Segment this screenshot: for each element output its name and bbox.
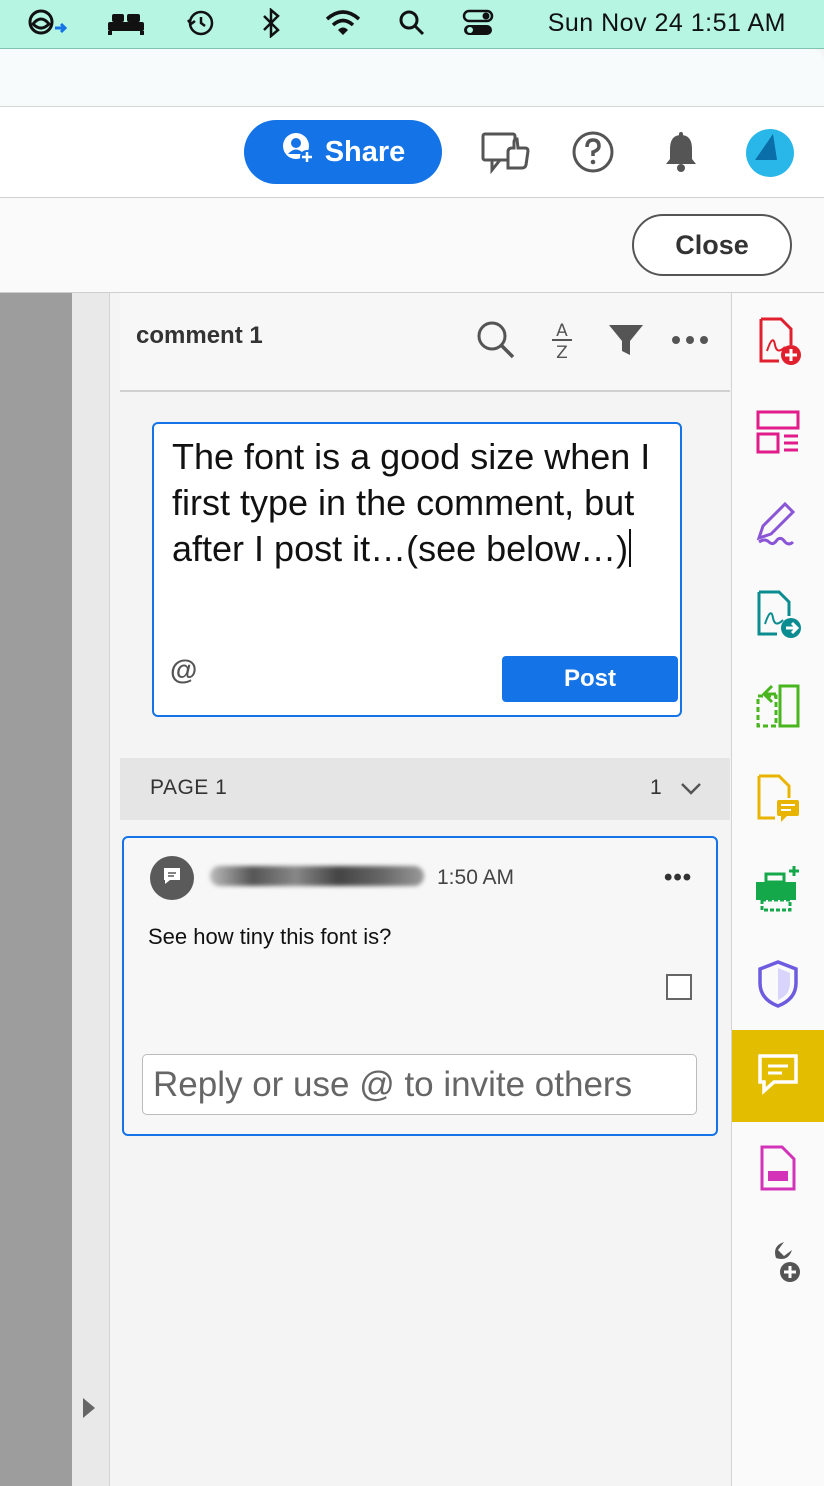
comment-body: See how tiny this font is? (148, 924, 392, 949)
profile-avatar[interactable] (745, 128, 795, 183)
filter-icon[interactable] (604, 318, 648, 362)
document-canvas[interactable] (0, 293, 72, 1486)
comment-icon (755, 1051, 801, 1102)
page-group-label: PAGE 1 (150, 776, 228, 799)
mention-button[interactable]: @ (170, 654, 197, 686)
control-center-icon[interactable] (460, 8, 496, 38)
more-tools-icon[interactable] (732, 1214, 824, 1306)
menu-bar-clock[interactable]: Sun Nov 24 1:51 AM (548, 9, 786, 38)
expand-left-panel-icon[interactable] (83, 1398, 95, 1418)
help-icon[interactable] (570, 129, 616, 180)
text-caret (629, 529, 632, 567)
redact-icon[interactable] (732, 1122, 824, 1214)
search-icon[interactable] (474, 318, 518, 362)
comment-composer-text[interactable]: The font is a good size when I first typ… (172, 434, 672, 572)
comment-more-button[interactable]: ••• (664, 864, 692, 892)
menu-bar: Sun Nov 24 1:51 AM (0, 0, 824, 49)
page-comment-count: 1 (650, 776, 662, 799)
bed-icon[interactable] (104, 8, 148, 38)
comment-author-redacted (210, 866, 424, 886)
creative-cloud-icon[interactable] (24, 8, 72, 38)
create-pdf-icon[interactable] (732, 295, 824, 387)
chevron-down-icon[interactable] (680, 780, 702, 801)
review-icon[interactable] (480, 128, 530, 181)
comment-timestamp: 1:50 AM (437, 866, 515, 889)
comment-bubble-icon (161, 865, 183, 892)
comment-tool-active[interactable] (732, 1030, 824, 1122)
tab-strip (0, 49, 824, 107)
share-button[interactable]: Share (244, 120, 442, 184)
left-panel-strip (72, 293, 110, 1486)
comment-checkbox[interactable] (666, 974, 692, 1000)
svg-text:A: A (556, 321, 568, 341)
share-label: Share (324, 135, 406, 168)
organize-pages-icon[interactable] (732, 386, 824, 478)
request-signatures-icon[interactable] (732, 752, 824, 844)
time-machine-icon[interactable] (184, 8, 218, 38)
protect-icon[interactable] (732, 938, 824, 1030)
svg-text:Z: Z (556, 343, 568, 361)
reply-input[interactable] (142, 1054, 697, 1115)
panel-title: comment 1 (136, 322, 263, 349)
export-pdf-icon[interactable] (732, 568, 824, 660)
post-button[interactable]: Post (502, 656, 678, 702)
sort-az-icon[interactable]: AZ (540, 318, 584, 362)
comment-avatar (150, 856, 194, 900)
bluetooth-icon[interactable] (258, 8, 284, 38)
composer-text-content: The font is a good size when I first typ… (172, 436, 651, 569)
scan-ocr-icon[interactable] (732, 842, 824, 934)
compare-files-icon[interactable] (732, 660, 824, 752)
close-button[interactable]: Close (632, 214, 792, 276)
wifi-icon[interactable] (322, 8, 364, 38)
bell-icon[interactable] (662, 131, 700, 178)
more-icon[interactable] (668, 318, 712, 362)
spotlight-search-icon[interactable] (396, 8, 428, 38)
share-user-icon (281, 131, 315, 173)
fill-sign-icon[interactable] (732, 477, 824, 569)
